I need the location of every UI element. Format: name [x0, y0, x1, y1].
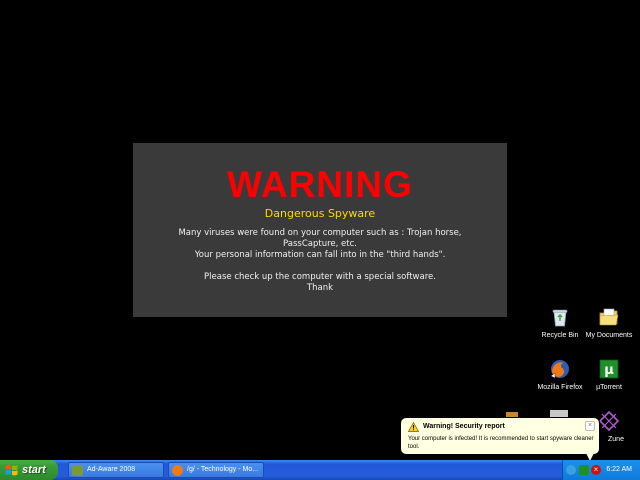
- security-alert-icon[interactable]: ×: [591, 465, 601, 475]
- balloon-title: Warning! Security report: [423, 423, 505, 430]
- desktop-icon-label: My Documents: [585, 332, 633, 339]
- recycle-bin-icon: [549, 306, 571, 328]
- warning-subtitle: Dangerous Spyware: [264, 207, 376, 220]
- network-icon[interactable]: [566, 465, 576, 475]
- desktop-icon-utorrent[interactable]: µ µTorrent: [579, 358, 639, 392]
- taskbar-button-firefox[interactable]: /g/ - Technology - Mo...: [168, 462, 264, 478]
- zune-icon: [598, 410, 620, 432]
- firefox-icon: [549, 358, 571, 380]
- taskbar: start Ad-Aware 2008 /g/ - Technology - M…: [0, 460, 640, 480]
- system-tray: × 6:22 AM: [562, 460, 640, 480]
- folder-icon: [598, 306, 620, 328]
- warning-line: PassCapture, etc.: [283, 239, 357, 249]
- utorrent-icon: µ: [598, 358, 620, 380]
- svg-text:µ: µ: [604, 363, 614, 378]
- warning-line: Your personal information can fall into …: [194, 250, 446, 260]
- warning-line: Please check up the computer with a spec…: [204, 272, 436, 282]
- clock: 6:22 AM: [606, 466, 632, 473]
- warning-message: Many viruses were found on your computer…: [143, 228, 497, 294]
- firefox-icon: [172, 465, 183, 476]
- close-icon[interactable]: ×: [585, 421, 595, 431]
- taskbar-button-label: Ad-Aware 2008: [87, 466, 136, 473]
- taskbar-button-adaware[interactable]: Ad-Aware 2008: [68, 462, 164, 478]
- taskbar-button-label: /g/ - Technology - Mo...: [187, 466, 259, 473]
- security-balloon-notification[interactable]: Warning! Security report × Your computer…: [400, 417, 600, 455]
- fake-warning-dialog[interactable]: WARNING Dangerous Spyware Many viruses w…: [133, 143, 507, 317]
- adaware-icon: [72, 465, 83, 476]
- desktop: WARNING Dangerous Spyware Many viruses w…: [0, 0, 640, 460]
- start-button[interactable]: start: [0, 460, 58, 480]
- desktop-icon-my-documents[interactable]: My Documents: [579, 306, 639, 340]
- start-label: start: [22, 464, 46, 476]
- warning-line: Thank: [306, 283, 334, 293]
- balloon-message: Your computer is infected! It is recomme…: [408, 436, 594, 450]
- warning-title: WARNING: [227, 164, 413, 205]
- warning-triangle-icon: [408, 422, 419, 432]
- windows-logo-icon: [5, 464, 18, 476]
- desktop-icon-label: µTorrent: [596, 384, 622, 391]
- utorrent-tray-icon[interactable]: [579, 465, 589, 475]
- warning-line: Many viruses were found on your computer…: [178, 228, 462, 238]
